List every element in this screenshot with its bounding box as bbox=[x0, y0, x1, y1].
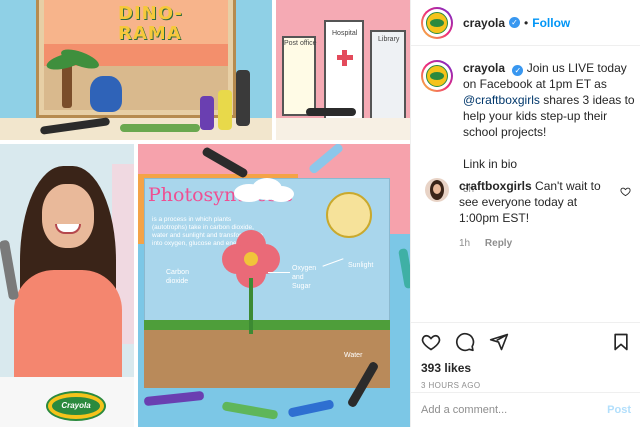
author-username[interactable]: crayola bbox=[463, 16, 505, 30]
post-header: crayola ✓ • Follow bbox=[411, 0, 640, 46]
label-water: Water bbox=[344, 352, 363, 359]
image-tile-dinorama: DINO- RAMA bbox=[0, 0, 272, 140]
marker bbox=[200, 96, 214, 130]
diorama-title: DINO- RAMA bbox=[118, 3, 183, 44]
commenter-avatar[interactable] bbox=[425, 178, 449, 202]
caption-username[interactable]: crayola bbox=[463, 61, 505, 75]
label-carbon-dioxide: Carbon dioxide bbox=[166, 269, 189, 285]
post-timestamp[interactable]: 3 HOURS AGO bbox=[421, 381, 631, 390]
heart-icon[interactable] bbox=[421, 332, 441, 352]
commenter-username[interactable]: craftboxgirls bbox=[459, 179, 532, 193]
author-avatar[interactable] bbox=[421, 7, 453, 39]
post-office-label: Post office bbox=[284, 40, 317, 47]
add-comment-input[interactable] bbox=[421, 404, 608, 416]
hospital-label: Hospital bbox=[332, 30, 358, 37]
table-surface bbox=[276, 118, 410, 140]
crayola-logo-icon bbox=[426, 11, 448, 34]
verified-badge-icon: ✓ bbox=[509, 17, 521, 28]
poster-ground bbox=[144, 330, 390, 388]
presenter-face bbox=[42, 184, 94, 248]
share-icon[interactable] bbox=[489, 332, 509, 352]
marker bbox=[306, 108, 356, 116]
add-comment-bar: Post bbox=[411, 392, 640, 427]
post-actions: 393 likes 3 HOURS AGO bbox=[411, 322, 640, 390]
caption-link-in-bio: Link in bio bbox=[463, 157, 518, 171]
glue-bottle bbox=[218, 90, 232, 130]
post-comment-button[interactable]: Post bbox=[607, 404, 631, 416]
post-media[interactable]: DINO- RAMA Post office Hospital Library bbox=[0, 0, 410, 427]
flower-stem bbox=[249, 278, 253, 334]
reply-button[interactable]: Reply bbox=[485, 238, 512, 249]
label-oxygen-sugar: Oxygen and Sugar bbox=[292, 265, 317, 290]
marker-in-hand bbox=[0, 239, 20, 301]
cloud-drawing bbox=[268, 186, 294, 202]
comment-item: craftboxgirls Can't wait to see everyone… bbox=[421, 178, 635, 252]
crayola-logo-icon bbox=[426, 65, 448, 87]
caption-mention-link[interactable]: @craftboxgirls bbox=[463, 93, 540, 107]
image-tile-photosynthesis: Photosynthesis is a process in which pla… bbox=[138, 144, 410, 427]
verified-badge-icon: ✓ bbox=[512, 65, 524, 76]
image-tile-presenter: Crayola bbox=[0, 144, 134, 427]
sun-drawing bbox=[326, 192, 372, 238]
likes-count[interactable]: 393 likes bbox=[421, 361, 631, 375]
follow-button[interactable]: Follow bbox=[532, 16, 570, 30]
caption-avatar[interactable] bbox=[421, 60, 453, 92]
hospital-cross bbox=[337, 55, 353, 60]
comment-like-heart-icon[interactable] bbox=[620, 186, 631, 197]
comment-meta: 1h Reply bbox=[459, 236, 619, 252]
flower-center bbox=[244, 252, 258, 266]
bookmark-icon[interactable] bbox=[611, 332, 631, 352]
separator-dot: • bbox=[524, 15, 529, 30]
library-building bbox=[370, 30, 406, 120]
marker bbox=[120, 124, 200, 132]
comment-body: craftboxgirls Can't wait to see everyone… bbox=[459, 178, 619, 252]
marker bbox=[236, 70, 250, 126]
presenter-shirt bbox=[14, 270, 122, 390]
comment-age[interactable]: 1h bbox=[459, 238, 470, 249]
arrow-line bbox=[268, 272, 290, 273]
post-panel: crayola ✓ • Follow crayola ✓ Join us LIV… bbox=[410, 0, 640, 427]
library-label: Library bbox=[378, 36, 400, 43]
comment-icon[interactable] bbox=[455, 332, 475, 352]
label-sunlight: Sunlight bbox=[348, 262, 374, 269]
image-tile-buildings: Post office Hospital Library bbox=[276, 0, 410, 140]
crayola-logo-text: Crayola bbox=[52, 397, 100, 415]
post-office-building bbox=[282, 36, 316, 116]
dinosaur-figure bbox=[90, 76, 122, 112]
